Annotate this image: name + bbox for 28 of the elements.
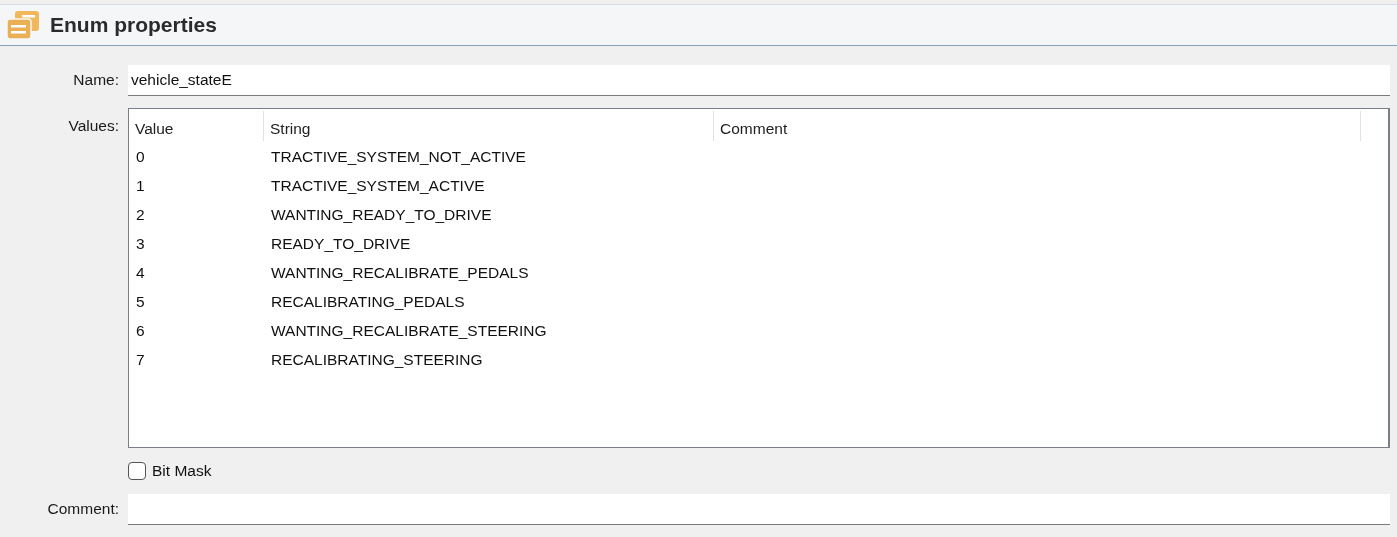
table-cell-text: WANTING_RECALIBRATE_PEDALS — [270, 263, 530, 282]
table-cell-text: RECALIBRATING_STEERING — [270, 350, 484, 369]
field-label: Values: — [68, 117, 119, 135]
name-field[interactable]: vehicle_stateE — [128, 65, 1390, 96]
table-cell-text: 0 — [135, 147, 146, 166]
field-label: Comment: — [47, 500, 119, 518]
table-cell-text: READY_TO_DRIVE — [270, 234, 412, 253]
checkbox[interactable] — [128, 462, 146, 480]
table-cell-text: WANTING_READY_TO_DRIVE — [270, 205, 493, 224]
table-cell-text: 2 — [135, 205, 146, 224]
field-label: Name: — [73, 71, 119, 89]
table-cell-text: WANTING_RECALIBRATE_STEERING — [270, 321, 548, 340]
panel-title: Enum properties — [50, 13, 217, 37]
table-cell-text: 3 — [135, 234, 146, 253]
documents-icon — [6, 9, 40, 41]
table-cell-text: TRACTIVE_SYSTEM_ACTIVE — [270, 176, 486, 195]
table-cell-text: 1 — [135, 176, 146, 195]
column-header[interactable]: Value — [129, 111, 264, 141]
comment-field[interactable] — [128, 494, 1390, 525]
column-header[interactable]: String — [264, 111, 714, 141]
table-cell-text: 5 — [135, 292, 146, 311]
checkbox-label[interactable]: Bit Mask — [152, 462, 212, 480]
table-cell-text: 6 — [135, 321, 146, 340]
table-cell-text: 7 — [135, 350, 146, 369]
table-cell-text: TRACTIVE_SYSTEM_NOT_ACTIVE — [270, 147, 527, 166]
table-cell-text: 4 — [135, 263, 146, 282]
table-cell-text: RECALIBRATING_PEDALS — [270, 292, 466, 311]
column-header[interactable]: Comment — [714, 111, 1361, 141]
